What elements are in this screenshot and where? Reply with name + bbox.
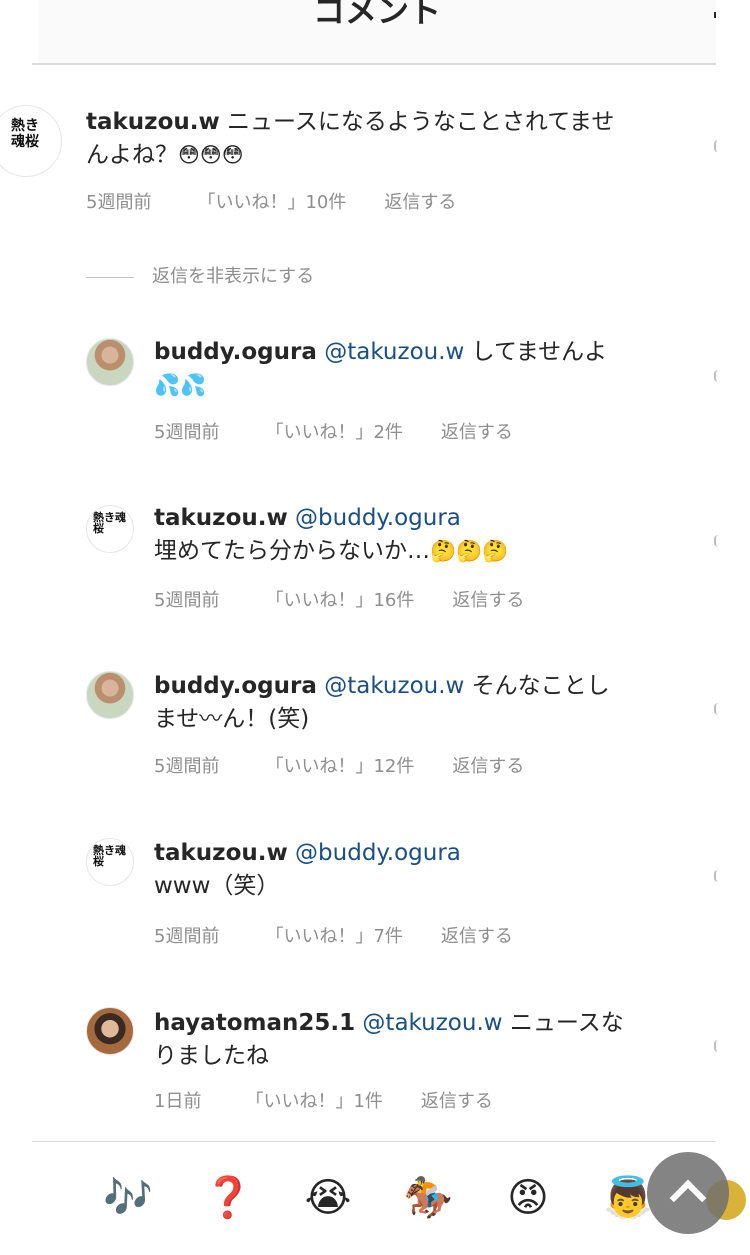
crying-face-emoji-button[interactable]: 😭 [298,1168,358,1228]
reply-meta: 5週間前 「いいね！」12件 返信する [154,752,524,778]
reply-time: 5週間前 [154,926,220,947]
reply-button[interactable]: 返信する [452,752,524,778]
reply-mention[interactable]: @takuzou.w [324,339,464,365]
reply-mention[interactable]: @takuzou.w [362,1010,502,1036]
reply-body: ニュースな [509,1010,624,1036]
reply-body-cont: ませ〰ん！(笑) [154,706,310,732]
avatar[interactable]: 熱き魂桜 [86,838,134,886]
comment-meta: 5週間前 「いいね！」10件 返信する [86,188,456,214]
avatar[interactable] [86,1007,134,1055]
reply-button[interactable]: 返信する [421,1087,493,1113]
reply-mention[interactable]: @buddy.ogura [295,505,461,531]
reply-meta: 5週間前 「いいね！」2件 返信する [154,418,513,444]
music-notes-emoji-button[interactable]: 🎶 [98,1168,158,1228]
like-heart-icon[interactable] [714,870,718,882]
reply-username[interactable]: hayatoman25.1 [154,1010,355,1036]
reply-button[interactable]: 返信する [441,418,513,444]
quick-emoji-bar: 🎶 ❓ 😭 🏇 😡 👼 [0,1168,750,1238]
reply-meta: 5週間前 「いいね！」7件 返信する [154,922,513,948]
edge-mark [714,12,716,18]
comment-time: 5週間前 [86,192,152,213]
flushed-emoji: 😳😳😳 [178,143,244,167]
comments-header: コメント [38,0,716,63]
reply-likes[interactable]: 「いいね！」2件 [265,418,402,444]
comment-likes[interactable]: 「いいね！」10件 [197,188,346,214]
reply-mention[interactable]: @buddy.ogura [295,840,461,866]
avatar[interactable]: 熱き魂桜 [86,505,134,553]
sweat-drops-emoji: 💦💦 [154,373,207,397]
reply-text: takuzou.w @buddy.ogura www（笑） [154,837,694,903]
like-heart-icon[interactable] [714,370,718,382]
reply-meta: 1日前 「いいね！」1件 返信する [154,1087,493,1113]
avatar[interactable] [86,338,134,386]
reply-time: 5週間前 [154,590,220,611]
chevron-up-icon [669,1179,707,1217]
page-title: コメント [312,0,441,30]
reply-meta: 5週間前 「いいね！」16件 返信する [154,586,524,612]
reply-likes[interactable]: 「いいね！」1件 [245,1087,382,1113]
reply-time: 5週間前 [154,422,220,443]
reply-time: 5週間前 [154,756,220,777]
scroll-to-top-button[interactable] [647,1152,729,1234]
comment-body-cont: んよね？ [86,142,178,168]
avatar[interactable] [86,671,134,719]
reply-username[interactable]: takuzou.w [154,505,288,531]
reply-username[interactable]: buddy.ogura [154,339,317,365]
reply-text: takuzou.w @buddy.ogura 埋めてたら分からないか…🤔🤔🤔 [154,502,694,568]
like-heart-icon[interactable] [714,1040,718,1052]
question-mark-emoji-button[interactable]: ❓ [198,1168,258,1228]
horse-racing-emoji-button[interactable]: 🏇 [398,1168,458,1228]
reply-mention[interactable]: @takuzou.w [324,673,464,699]
reply-body: してませんよ [471,339,608,365]
reply-button[interactable]: 返信する [452,586,524,612]
reply-username[interactable]: buddy.ogura [154,673,317,699]
hide-replies-toggle[interactable]: 返信を非表示にする [86,262,314,288]
comment-body: ニュースになるようなことされてませ [227,109,615,135]
angry-face-emoji-button[interactable]: 😡 [498,1168,558,1228]
reply-username[interactable]: takuzou.w [154,840,288,866]
avatar[interactable]: 熱き魂桜 [0,105,62,177]
reply-body: そんなことし [471,673,610,699]
reply-time: 1日前 [154,1091,202,1112]
reply-button[interactable]: 返信する [384,188,456,214]
reply-likes[interactable]: 「いいね！」7件 [265,922,402,948]
comment-username[interactable]: takuzou.w [86,109,220,135]
reply-likes[interactable]: 「いいね！」12件 [265,752,414,778]
reply-button[interactable]: 返信する [441,922,513,948]
header-divider [32,63,716,65]
reply-text: hayatoman25.1 @takuzou.w ニュースな りましたね [154,1007,694,1073]
emoji-bar-divider [32,1141,716,1142]
reply-text: buddy.ogura @takuzou.w そんなことし ませ〰ん！(笑) [154,670,694,736]
toggle-line [86,276,134,278]
hide-replies-label: 返信を非表示にする [152,266,315,287]
comment-text: takuzou.w ニュースになるようなことされてませ んよね？😳😳😳 [86,106,686,172]
like-heart-icon[interactable] [714,140,718,152]
thinking-emoji: 🤔🤔🤔 [430,539,509,563]
reply-text: buddy.ogura @takuzou.w してませんよ 💦💦 [154,336,694,402]
reply-body: 埋めてたら分からないか… [154,538,430,564]
reply-body-cont: りましたね [154,1043,269,1069]
like-heart-icon[interactable] [714,535,718,547]
reply-likes[interactable]: 「いいね！」16件 [265,586,414,612]
reply-body: www（笑） [154,873,280,899]
like-heart-icon[interactable] [714,703,718,715]
